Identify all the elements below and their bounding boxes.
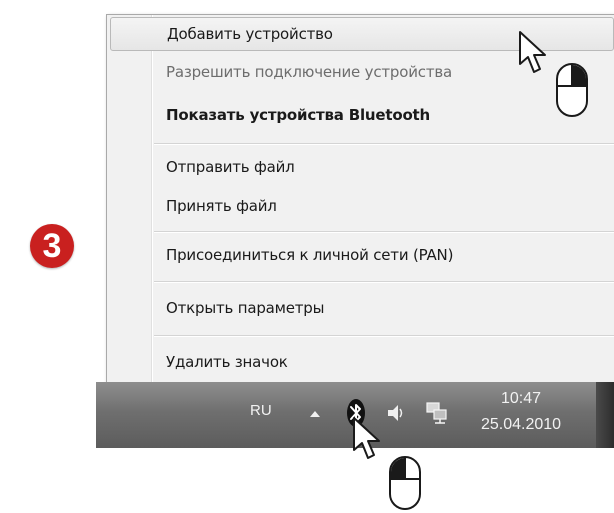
menu-separator [154, 231, 614, 233]
show-desktop-button[interactable] [596, 382, 614, 448]
step-number-badge: 3 [30, 224, 74, 268]
menu-separator [154, 143, 614, 145]
volume-icon[interactable] [386, 402, 406, 424]
mouse-right-click-icon [556, 63, 588, 117]
pointer-cursor [353, 417, 380, 459]
menu-item-open-settings[interactable]: Открыть параметры [110, 291, 614, 325]
menu-item-receive-file[interactable]: Принять файл [110, 189, 614, 223]
menu-item-remove-icon[interactable]: Удалить значок [110, 345, 614, 379]
clock-time[interactable]: 10:47 [501, 390, 541, 408]
show-hidden-arrow-icon[interactable] [308, 408, 322, 420]
pointer-cursor [519, 31, 546, 73]
menu-separator [154, 335, 614, 337]
menu-separator [154, 281, 614, 283]
language-indicator[interactable]: RU [250, 402, 272, 419]
menu-item-send-file[interactable]: Отправить файл [110, 150, 614, 184]
network-icon[interactable] [424, 401, 450, 425]
menu-item-join-pan[interactable]: Присоединиться к личной сети (PAN) [110, 238, 614, 272]
clock-date[interactable]: 25.04.2010 [481, 416, 561, 434]
mouse-left-click-icon [389, 456, 421, 510]
menu-item-show-bluetooth-devices[interactable]: Показать устройства Bluetooth [110, 98, 614, 132]
